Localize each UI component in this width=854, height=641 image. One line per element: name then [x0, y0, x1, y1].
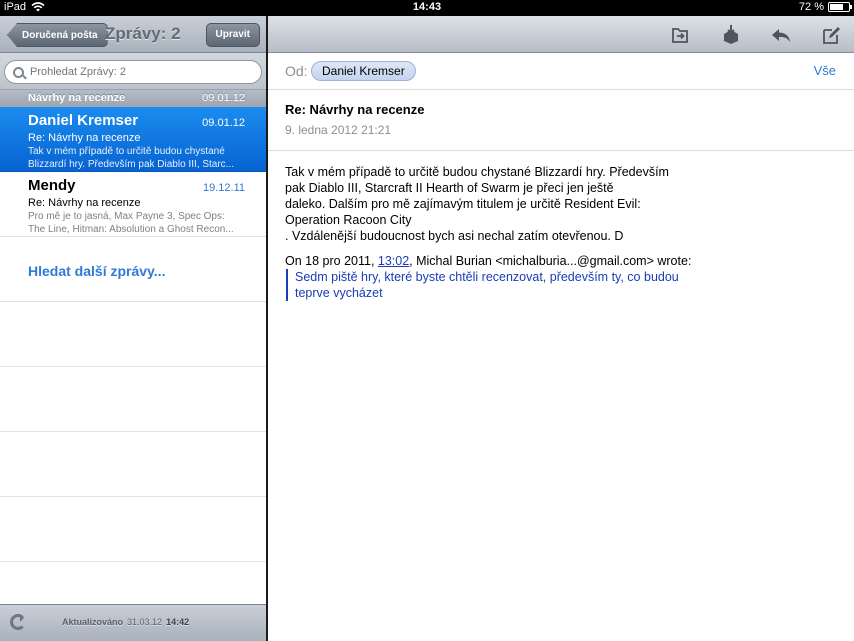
thread-header[interactable]: Návrhy na recenze 09.01.12	[0, 90, 266, 107]
archive-icon[interactable]	[721, 25, 741, 45]
message-row-selected[interactable]: Daniel Kremser 09.01.12 Re: Návrhy na re…	[0, 107, 266, 172]
message-date: 09.01.12	[202, 117, 245, 129]
message-sender: Mendy	[28, 177, 76, 194]
preview-line: Blizzardí hry. Především pak Diablo III,…	[28, 159, 234, 170]
message-subject: Re: Návrhy na recenze	[28, 132, 141, 144]
message-preview: Tak v mém případě to určitě budou chysta…	[28, 145, 256, 171]
message-detail-pane: Od: Daniel Kremser Vše Re: Návrhy na rec…	[268, 16, 854, 641]
search-icon	[13, 66, 24, 78]
edit-button[interactable]: Upravit	[205, 23, 260, 47]
battery-icon	[828, 2, 852, 12]
search-input[interactable]	[30, 66, 230, 78]
body-line: daleko. Dalším pro mě zajímavým titulem …	[285, 197, 641, 211]
preview-line: Tak v mém případě to určitě budou chysta…	[28, 146, 225, 157]
body-line: Operation Racoon City	[285, 213, 412, 227]
list-title: Zprávy: 2	[105, 24, 181, 43]
body-line: . Vzdálenější budoucnost bych asi nechal…	[285, 229, 624, 243]
search-field[interactable]	[4, 60, 262, 84]
detail-toolbar	[268, 16, 854, 53]
quoted-text: Sedm piště hry, které byste chtěli recen…	[286, 269, 837, 301]
load-more-link[interactable]: Hledat další zprávy...	[0, 237, 266, 302]
empty-row	[0, 497, 266, 562]
from-row: Od: Daniel Kremser Vše	[268, 53, 854, 90]
updated-date: 31.03.12	[127, 617, 163, 627]
quote-prefix: On 18 pro 2011,	[285, 254, 378, 268]
refresh-icon[interactable]	[10, 614, 26, 630]
message-date: 19.12.11	[202, 182, 245, 194]
updated-label: Aktualizováno	[62, 617, 124, 627]
quote-time-link[interactable]: 13:02	[378, 254, 409, 268]
empty-row	[0, 367, 266, 432]
body-line: Tak v mém případě to určitě budou chysta…	[285, 165, 669, 179]
message-sender: Daniel Kremser	[28, 112, 139, 129]
empty-row	[0, 302, 266, 367]
compose-icon[interactable]	[821, 25, 841, 45]
show-all-link[interactable]: Vše	[814, 63, 836, 78]
message-header: Re: Návrhy na recenze 9. ledna 2012 21:2…	[268, 90, 854, 151]
status-bar: iPad 14:43 72 %	[0, 0, 854, 16]
updated-time: 14:42	[166, 617, 190, 627]
message-subject: Re: Návrhy na recenze	[28, 197, 141, 209]
preview-line: Pro mě je to jasná, Max Payne 3, Spec Op…	[28, 211, 225, 222]
update-status: Aktualizováno 31.03.12 14:42	[62, 617, 189, 627]
battery-percent: 72 %	[798, 1, 824, 13]
list-toolbar: Aktualizováno 31.03.12 14:42	[0, 604, 266, 641]
body-line: pak Diablo III, Starcraft II Hearth of S…	[285, 181, 614, 195]
body-text: Tak v mém případě to určitě budou chysta…	[285, 164, 837, 244]
message-subject-title: Re: Návrhy na recenze	[285, 102, 425, 117]
list-navbar: Doručená pošta Zprávy: 2 Upravit	[0, 16, 266, 53]
thread-subject: Návrhy na recenze	[28, 92, 126, 104]
preview-line: The Line, Hitman: Absolution a Ghost Rec…	[28, 224, 234, 235]
quote-attribution: On 18 pro 2011, 13:02, Michal Burian <mi…	[285, 253, 837, 269]
message-datetime: 9. ledna 2012 21:21	[285, 123, 392, 137]
back-button[interactable]: Doručená pošta	[7, 23, 108, 47]
quote-suffix: , Michal Burian <michalburia...@gmail.co…	[409, 254, 692, 268]
search-bar	[0, 53, 266, 90]
thread-date: 09.01.12	[202, 92, 245, 104]
quote-line: teprve vycházet	[295, 286, 383, 300]
message-list-pane: Doručená pošta Zprávy: 2 Upravit Návrhy …	[0, 16, 266, 641]
empty-row	[0, 432, 266, 497]
message-body: Tak v mém případě to určitě budou chysta…	[268, 151, 854, 301]
message-preview: Pro mě je to jasná, Max Payne 3, Spec Op…	[28, 210, 256, 236]
sender-chip[interactable]: Daniel Kremser	[311, 61, 416, 81]
message-row[interactable]: Mendy 19.12.11 Re: Návrhy na recenze Pro…	[0, 172, 266, 237]
reply-icon[interactable]	[771, 25, 791, 45]
quote-line: Sedm piště hry, které byste chtěli recen…	[295, 270, 679, 284]
from-label: Od:	[285, 63, 308, 79]
move-to-folder-icon[interactable]	[670, 25, 690, 45]
clock: 14:43	[412, 1, 442, 13]
